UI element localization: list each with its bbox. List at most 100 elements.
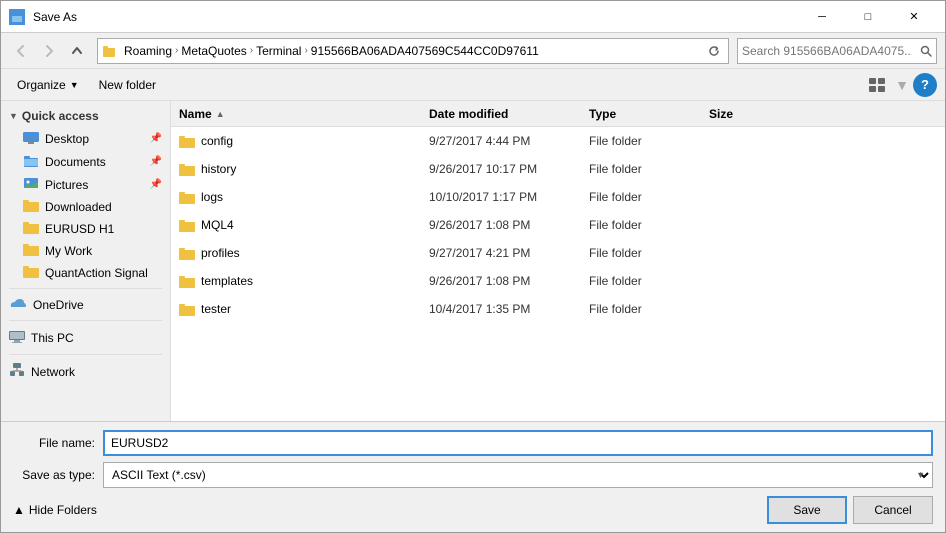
save-as-type-select[interactable]: ASCII Text (*.csv) bbox=[103, 462, 933, 488]
pin-icon-2: 📌 bbox=[150, 156, 162, 167]
crumb-id[interactable]: 915566BA06ADA407569C544CC0D97611 bbox=[309, 44, 541, 58]
search-input[interactable] bbox=[738, 44, 916, 58]
column-name[interactable]: Name ▲ bbox=[179, 107, 429, 121]
file-date: 9/26/2017 1:08 PM bbox=[429, 218, 589, 232]
sidebar-item-desktop[interactable]: Desktop 📌 bbox=[1, 127, 170, 150]
file-name: history bbox=[201, 162, 236, 176]
sidebar-divider-1 bbox=[9, 288, 162, 289]
sidebar-item-onedrive[interactable]: OneDrive bbox=[1, 293, 170, 316]
sidebar-item-quantaction-label: QuantAction Signal bbox=[45, 266, 148, 280]
file-date: 9/27/2017 4:21 PM bbox=[429, 246, 589, 260]
file-date: 10/10/2017 1:17 PM bbox=[429, 190, 589, 204]
file-type: File folder bbox=[589, 190, 709, 204]
sidebar-item-pictures[interactable]: Pictures 📌 bbox=[1, 173, 170, 196]
sidebar-item-desktop-label: Desktop bbox=[45, 132, 89, 146]
table-row[interactable]: MQL4 9/26/2017 1:08 PM File folder bbox=[171, 211, 945, 239]
bottom-bar: File name: Save as type: ASCII Text (*.c… bbox=[1, 421, 945, 532]
maximize-button[interactable]: □ bbox=[845, 1, 891, 33]
help-button[interactable]: ? bbox=[913, 73, 937, 97]
column-date-modified[interactable]: Date modified bbox=[429, 107, 589, 121]
table-row[interactable]: config 9/27/2017 4:44 PM File folder bbox=[171, 127, 945, 155]
hide-folders-chevron: ▲ bbox=[13, 503, 25, 517]
view-options-button[interactable] bbox=[863, 73, 891, 97]
organize-chevron-icon: ▼ bbox=[70, 80, 79, 90]
sidebar-item-network[interactable]: Network bbox=[1, 359, 170, 384]
table-row[interactable]: tester 10/4/2017 1:35 PM File folder bbox=[171, 295, 945, 323]
quick-access-label: Quick access bbox=[22, 109, 99, 123]
onedrive-icon bbox=[9, 297, 27, 312]
refresh-button[interactable] bbox=[704, 41, 724, 61]
documents-icon bbox=[23, 153, 39, 170]
file-list-header: Name ▲ Date modified Type Size bbox=[171, 101, 945, 127]
filename-row: File name: bbox=[13, 430, 933, 456]
eurusd-folder-icon bbox=[23, 221, 39, 237]
location-icon bbox=[102, 44, 116, 58]
file-date: 9/26/2017 1:08 PM bbox=[429, 274, 589, 288]
file-name: logs bbox=[201, 190, 223, 204]
file-date: 9/26/2017 10:17 PM bbox=[429, 162, 589, 176]
search-icon bbox=[916, 41, 936, 61]
sort-arrow: ▲ bbox=[216, 109, 225, 119]
save-as-type-label: Save as type: bbox=[13, 468, 103, 482]
column-size[interactable]: Size bbox=[709, 107, 789, 121]
hide-folders-label: Hide Folders bbox=[29, 503, 97, 517]
downloaded-folder-icon bbox=[23, 199, 39, 215]
hide-folders-toggle[interactable]: ▲ Hide Folders bbox=[13, 503, 97, 517]
sidebar-item-eurusd[interactable]: EURUSD H1 bbox=[1, 218, 170, 240]
table-row[interactable]: history 9/26/2017 10:17 PM File folder bbox=[171, 155, 945, 183]
up-button[interactable] bbox=[65, 39, 89, 63]
folder-icon bbox=[179, 191, 195, 204]
new-folder-button[interactable]: New folder bbox=[91, 73, 164, 97]
file-name-label: File name: bbox=[13, 436, 103, 450]
sidebar-item-thispc[interactable]: This PC bbox=[1, 325, 170, 350]
pin-icon: 📌 bbox=[150, 133, 162, 144]
table-row[interactable]: profiles 9/27/2017 4:21 PM File folder bbox=[171, 239, 945, 267]
sidebar-item-documents-label: Documents bbox=[45, 155, 106, 169]
quantaction-folder-icon bbox=[23, 265, 39, 281]
sidebar-item-downloaded[interactable]: Downloaded bbox=[1, 196, 170, 218]
close-button[interactable]: ✕ bbox=[891, 1, 937, 33]
sidebar-item-quantaction[interactable]: QuantAction Signal bbox=[1, 262, 170, 284]
sidebar-divider-3 bbox=[9, 354, 162, 355]
back-button[interactable] bbox=[9, 39, 33, 63]
file-name: config bbox=[201, 134, 233, 148]
table-row[interactable]: logs 10/10/2017 1:17 PM File folder bbox=[171, 183, 945, 211]
sidebar-item-mywork[interactable]: My Work bbox=[1, 240, 170, 262]
address-bar[interactable]: Roaming › MetaQuotes › Terminal › 915566… bbox=[97, 38, 729, 64]
crumb-metaquotes[interactable]: MetaQuotes bbox=[179, 44, 248, 58]
save-button[interactable]: Save bbox=[767, 496, 847, 524]
dialog-title: Save As bbox=[33, 10, 77, 24]
file-name: templates bbox=[201, 274, 253, 288]
savetype-row: Save as type: ASCII Text (*.csv) bbox=[13, 462, 933, 488]
crumb-terminal[interactable]: Terminal bbox=[254, 44, 303, 58]
file-name: tester bbox=[201, 302, 231, 316]
file-type: File folder bbox=[589, 302, 709, 316]
file-list-area: Name ▲ Date modified Type Size config bbox=[171, 101, 945, 421]
file-name: profiles bbox=[201, 246, 240, 260]
desktop-icon bbox=[23, 130, 39, 147]
crumb-roaming[interactable]: Roaming bbox=[122, 44, 174, 58]
sidebar-item-network-label: Network bbox=[31, 365, 75, 379]
pin-icon-3: 📌 bbox=[150, 179, 162, 190]
file-type: File folder bbox=[589, 134, 709, 148]
minimize-button[interactable]: ─ bbox=[799, 1, 845, 33]
quick-access-header[interactable]: ▼ Quick access bbox=[1, 105, 170, 127]
mywork-folder-icon bbox=[23, 243, 39, 259]
folder-icon bbox=[179, 247, 195, 260]
column-type[interactable]: Type bbox=[589, 107, 709, 121]
folder-icon bbox=[179, 135, 195, 148]
sidebar-item-documents[interactable]: Documents 📌 bbox=[1, 150, 170, 173]
table-row[interactable]: templates 9/26/2017 1:08 PM File folder bbox=[171, 267, 945, 295]
forward-button[interactable] bbox=[37, 39, 61, 63]
cancel-button[interactable]: Cancel bbox=[853, 496, 933, 524]
file-name-input[interactable] bbox=[103, 430, 933, 456]
window-controls: ─ □ ✕ bbox=[799, 1, 937, 33]
file-type: File folder bbox=[589, 162, 709, 176]
search-box[interactable] bbox=[737, 38, 937, 64]
sidebar-item-eurusd-label: EURUSD H1 bbox=[45, 222, 114, 236]
organize-button[interactable]: Organize ▼ bbox=[9, 73, 87, 97]
file-date: 9/27/2017 4:44 PM bbox=[429, 134, 589, 148]
title-bar: Save As ─ □ ✕ bbox=[1, 1, 945, 33]
sidebar-item-downloaded-label: Downloaded bbox=[45, 200, 112, 214]
file-list: config 9/27/2017 4:44 PM File folder his… bbox=[171, 127, 945, 421]
